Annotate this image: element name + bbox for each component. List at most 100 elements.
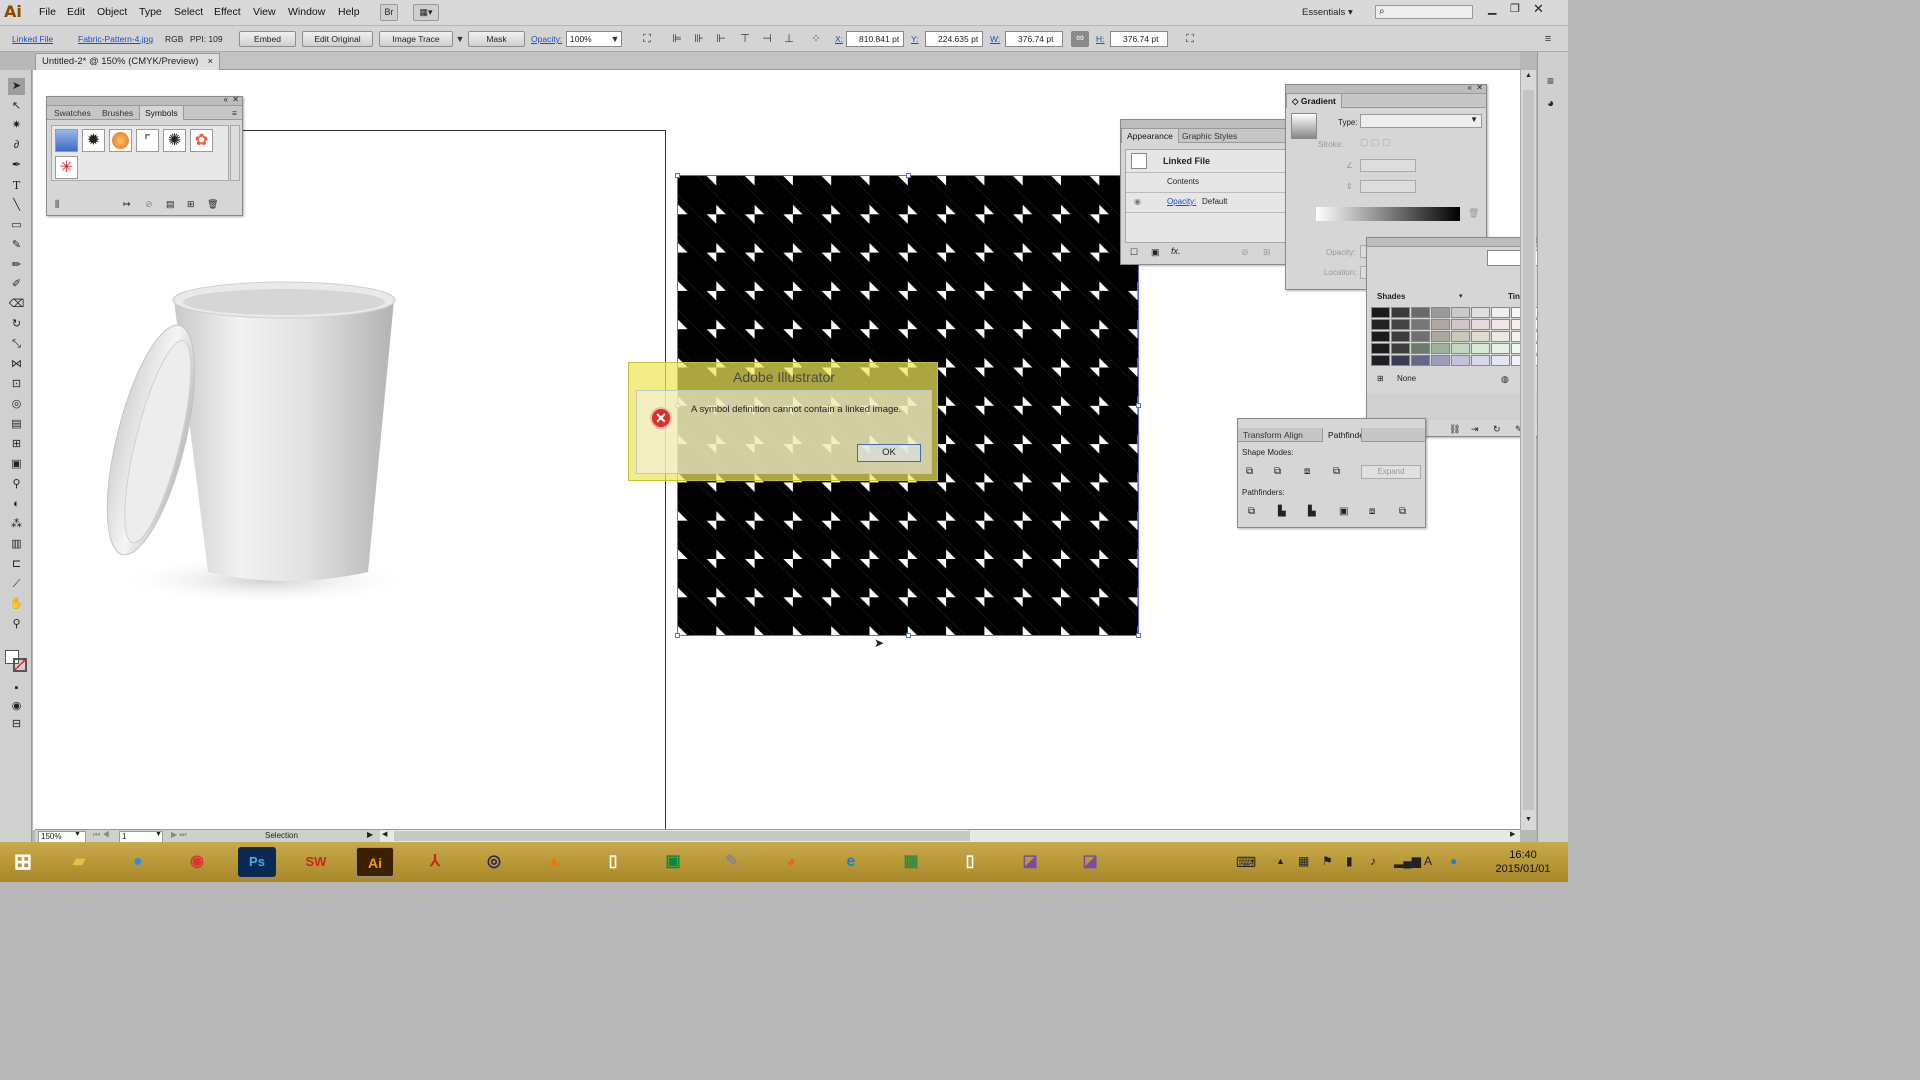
status-menu-icon[interactable]: ▶ [367,830,373,839]
divide-icon[interactable]: ⧉ [1248,506,1255,517]
store-icon[interactable]: ▣ [654,847,692,877]
symbol-ring[interactable]: ✺ [163,129,186,152]
tab-swatches[interactable]: Swatches [49,106,96,120]
tab-appearance[interactable]: Appearance [1121,129,1179,143]
column-graph-tool-icon[interactable]: ▥ [8,536,25,553]
scroll-thumb[interactable] [394,831,970,841]
slice-tool-icon[interactable]: ⟋ [8,576,25,593]
bounding-box-handle[interactable] [906,633,911,638]
vlc-icon[interactable]: ▲ [535,847,573,877]
gradient-tool-icon[interactable]: ▣ [8,456,25,473]
new-symbol-icon[interactable]: ⊞ [187,199,195,210]
search-input[interactable]: ⌕ [1375,5,1473,19]
mesh-tool-icon[interactable]: ⊞ [8,436,25,453]
internet-explorer-icon[interactable]: e [832,847,870,877]
eye-icon[interactable]: ◉ [1134,197,1141,206]
close-tab-icon[interactable]: × [207,54,213,70]
isolate-icon[interactable]: ⛶ [1183,32,1197,46]
zoom-tool-icon[interactable]: ⚲ [8,616,25,633]
firefox-icon[interactable]: ◕ [772,847,810,877]
signal-icon[interactable]: ▂▄▆ [1394,854,1421,868]
w-field[interactable]: 376.74 pt [1005,31,1063,47]
tab-symbols[interactable]: Symbols [139,106,184,120]
fx-icon[interactable]: fx. [1171,246,1181,256]
chevron-down-icon[interactable]: ▼ [74,831,81,838]
tab-brushes[interactable]: Brushes [97,106,138,120]
line-tool-icon[interactable]: ╲ [8,197,25,214]
opacity-link[interactable]: Opacity: [1167,197,1196,206]
media-player-icon[interactable]: ▦ [892,847,930,877]
scroll-left-icon[interactable]: ◀ [382,830,387,838]
minimize-button[interactable]: ▁ [1488,2,1496,15]
intersect-icon[interactable]: ⧈ [1304,466,1310,477]
chrome-icon[interactable]: ◉ [178,847,216,877]
angle-field[interactable] [1360,159,1416,172]
contents-row[interactable]: Contents [1167,177,1199,186]
symbol-sprayer-tool-icon[interactable]: ⁂ [8,516,25,533]
menu-view[interactable]: View [253,6,276,18]
aspect-field[interactable] [1360,180,1416,193]
sketchup-icon[interactable]: SW [297,847,335,877]
menu-edit[interactable]: Edit [67,6,85,18]
menu-object[interactable]: Object [97,6,127,18]
bounding-box-handle[interactable] [675,633,680,638]
align-middle-icon[interactable]: ⊣ [760,32,774,46]
notepad-icon[interactable]: ▯ [951,847,989,877]
symbol-blue-banner[interactable] [55,129,78,152]
collapse-icon[interactable]: « [224,95,228,104]
menu-window[interactable]: Window [288,6,325,18]
app-five-icon[interactable]: ◪ [1071,847,1109,877]
edit-original-button[interactable]: Edit Original [302,31,373,47]
menu-select[interactable]: Select [174,6,203,18]
scroll-right-icon[interactable]: ▶ [1510,830,1515,838]
start-button[interactable]: ⊞ [4,847,42,877]
tab-align[interactable]: Align [1279,428,1308,442]
delete-symbol-icon[interactable]: 🗑 [207,199,218,210]
color-mode-icon[interactable]: ▪ [8,680,25,697]
align-top-icon[interactable]: ⊤ [738,32,752,46]
chevron-down-icon[interactable]: ▼ [608,32,622,46]
outline-icon[interactable]: ⧈ [1369,506,1375,517]
symbol-splatter[interactable]: ✹ [82,129,105,152]
x-field[interactable]: 810.841 pt [846,31,904,47]
app-four-icon[interactable]: ◪ [1011,847,1049,877]
close-window-button[interactable]: ✕ [1533,1,1544,17]
place-symbol-icon[interactable]: ↦ [123,199,131,210]
scroll-up-icon[interactable]: ▲ [1525,72,1532,79]
add-fill-icon[interactable]: ▣ [1151,247,1160,258]
h-field[interactable]: 376.74 pt [1110,31,1168,47]
artboard-tool-icon[interactable]: ⊏ [8,556,25,573]
menu-effect[interactable]: Effect [214,6,241,18]
tab-gradient[interactable]: ◇ Gradient [1286,94,1342,108]
tab-pathfinder[interactable]: Pathfinder [1322,428,1362,442]
bounding-box-handle[interactable] [906,173,911,178]
arrange-documents-button[interactable]: ▦▾ [413,4,439,21]
horizontal-scrollbar[interactable]: ◀ ▶ [380,830,1520,842]
symbol-orange-circle[interactable] [109,129,132,152]
link-icon[interactable]: ⛓ [1449,424,1460,435]
symbol-burst[interactable]: ✳ [55,156,78,179]
chevron-down-icon[interactable]: ▼ [155,831,162,838]
blob-brush-tool-icon[interactable]: ✐ [8,276,25,293]
paintbrush-tool-icon[interactable]: ✎ [8,237,25,254]
symbol-corner[interactable]: ⌜ [136,129,159,152]
direct-selection-tool-icon[interactable]: ↖ [8,98,25,115]
filename-link[interactable]: Fabric-Pattern-4.jpg [78,32,153,47]
selection-tool-icon[interactable]: ➤ [8,78,25,95]
browser-drop-icon[interactable]: ● [119,847,157,877]
paper-cup-image[interactable] [86,270,416,620]
delete-stop-icon[interactable]: 🗑 [1468,208,1479,219]
stroke-swatch[interactable] [13,658,27,672]
align-left-icon[interactable]: ⊫ [670,32,684,46]
input-method-icon[interactable]: A [1424,854,1432,868]
reference-point-icon[interactable]: ⁘ [809,32,823,46]
menu-help[interactable]: Help [338,6,360,18]
acrobat-icon[interactable]: ⅄ [416,847,454,877]
dock-menu-icon[interactable]: ≡ [1547,74,1554,88]
workspace-switcher[interactable]: Essentials ▾ [1302,7,1353,18]
duplicate-item-icon[interactable]: ⊞ [1263,247,1271,258]
panel-menu-icon[interactable]: ≡ [1541,32,1555,46]
panel-header[interactable]: « ✕ [1286,83,1486,94]
transform-icon[interactable]: ⛶ [640,32,654,46]
battery-icon[interactable]: ▮ [1346,854,1353,868]
